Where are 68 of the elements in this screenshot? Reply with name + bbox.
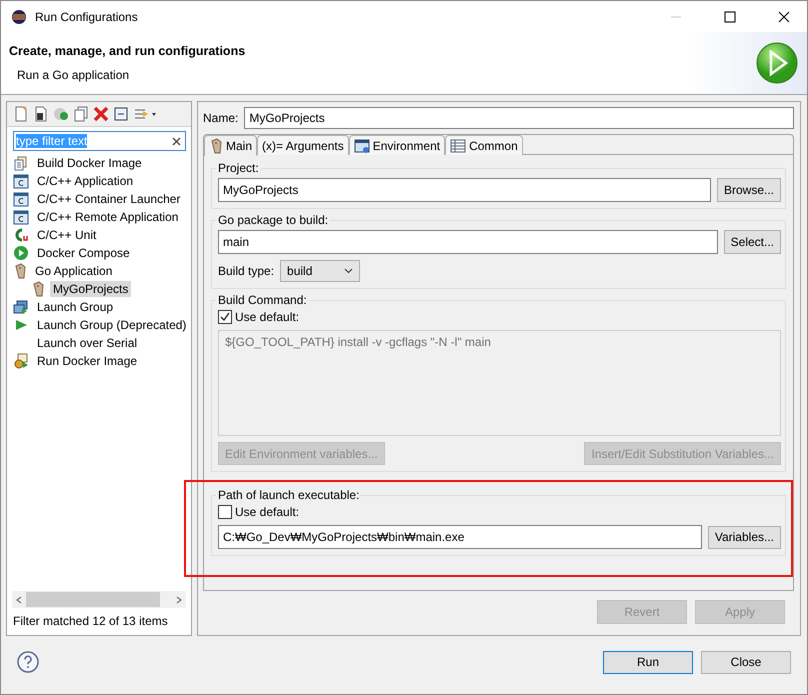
dialog-button[interactable]: Run <box>603 650 693 674</box>
group-label: Go package to build: <box>217 213 330 228</box>
clear-icon[interactable] <box>172 136 181 146</box>
chevron-down-icon <box>344 268 354 274</box>
delete-icon[interactable] <box>93 106 109 122</box>
tag-icon <box>209 138 223 154</box>
checkbox-label: Use default: <box>235 505 300 520</box>
field-label: Name: <box>203 111 238 126</box>
windows-play-icon <box>13 299 29 316</box>
name-field[interactable]: MyGoProjects <box>244 107 794 130</box>
gear-play-icon <box>13 353 29 370</box>
tree-item[interactable]: Launch Group <box>34 299 116 316</box>
run-icon <box>755 41 799 86</box>
tab[interactable]: Main <box>204 135 258 156</box>
checkbox[interactable] <box>218 310 232 324</box>
maximize-icon <box>724 10 736 22</box>
tree-item[interactable]: Build Docker Image <box>34 155 145 172</box>
duplicate-icon[interactable] <box>73 106 89 122</box>
tree-item[interactable]: C/C++ Unit <box>34 227 100 244</box>
tag-icon <box>13 263 27 280</box>
select-button[interactable]: Select... <box>724 230 781 254</box>
close-icon <box>778 10 790 22</box>
tab[interactable]: Environment <box>348 135 446 156</box>
document-stack-icon <box>13 155 29 172</box>
c-file-icon <box>13 209 29 226</box>
tag-icon <box>31 281 45 298</box>
group-label: Build Command: <box>217 293 308 308</box>
window-title: Run Configurations <box>35 10 139 24</box>
tree-item[interactable]: C/C++ Container Launcher <box>34 191 184 208</box>
unit-test-icon <box>13 227 29 244</box>
dialog-heading: Create, manage, and run configurations <box>9 44 246 58</box>
command-field[interactable]: ${GO_TOOL_PATH} install -v -gcflags "-N -l" main <box>218 330 781 436</box>
checkbox-label: Use default: <box>235 310 300 324</box>
play-circle-icon <box>13 245 29 262</box>
build-type-dropdown[interactable]: build <box>280 260 360 282</box>
tree-item[interactable]: Go Application <box>32 263 116 280</box>
tree-item[interactable]: Run Docker Image <box>34 353 140 370</box>
tree-item[interactable]: MyGoProjects <box>50 281 132 298</box>
variables-button[interactable]: Variables... <box>708 526 781 549</box>
tree-item[interactable]: C/C++ Application <box>34 173 136 190</box>
tree-item[interactable]: Launch Group (Deprecated) <box>34 317 190 334</box>
tree-item[interactable]: C/C++ Remote Application <box>34 209 182 226</box>
app-logo-icon <box>11 8 27 24</box>
horizontal-scrollbar[interactable] <box>12 591 186 608</box>
project-field[interactable]: MyGoProjects <box>218 178 711 202</box>
dialog-subtitle: Run a Go application <box>16 68 130 82</box>
executable-path-field[interactable]: C:₩Go_Dev₩MyGoProjects₩bin₩main.exe <box>218 525 702 550</box>
package-field[interactable]: main <box>218 230 718 254</box>
new-prototype-icon[interactable] <box>33 106 49 122</box>
field-label: Build type: <box>218 264 274 278</box>
tab[interactable]: Common <box>445 135 523 156</box>
new-file-icon[interactable] <box>13 106 29 122</box>
c-file-icon <box>13 191 29 208</box>
collapse-all-icon[interactable] <box>113 106 129 122</box>
tree-item[interactable]: Launch over Serial <box>34 335 140 352</box>
checkbox[interactable] <box>218 505 232 520</box>
help-icon[interactable] <box>17 651 39 674</box>
window-icon <box>354 138 370 153</box>
tree-item[interactable]: Docker Compose <box>34 245 133 262</box>
dialog-button[interactable]: Close <box>701 650 791 674</box>
tab[interactable]: (x)= Arguments <box>257 135 349 156</box>
c-file-icon <box>13 173 29 190</box>
browse-button[interactable]: Browse... <box>716 178 781 202</box>
group-label: Path of launch executable: <box>217 488 360 502</box>
chevron-right-icon[interactable] <box>176 596 182 604</box>
chevron-left-icon[interactable] <box>16 596 22 604</box>
group-label: Project: <box>217 161 260 176</box>
table-icon <box>450 138 466 153</box>
